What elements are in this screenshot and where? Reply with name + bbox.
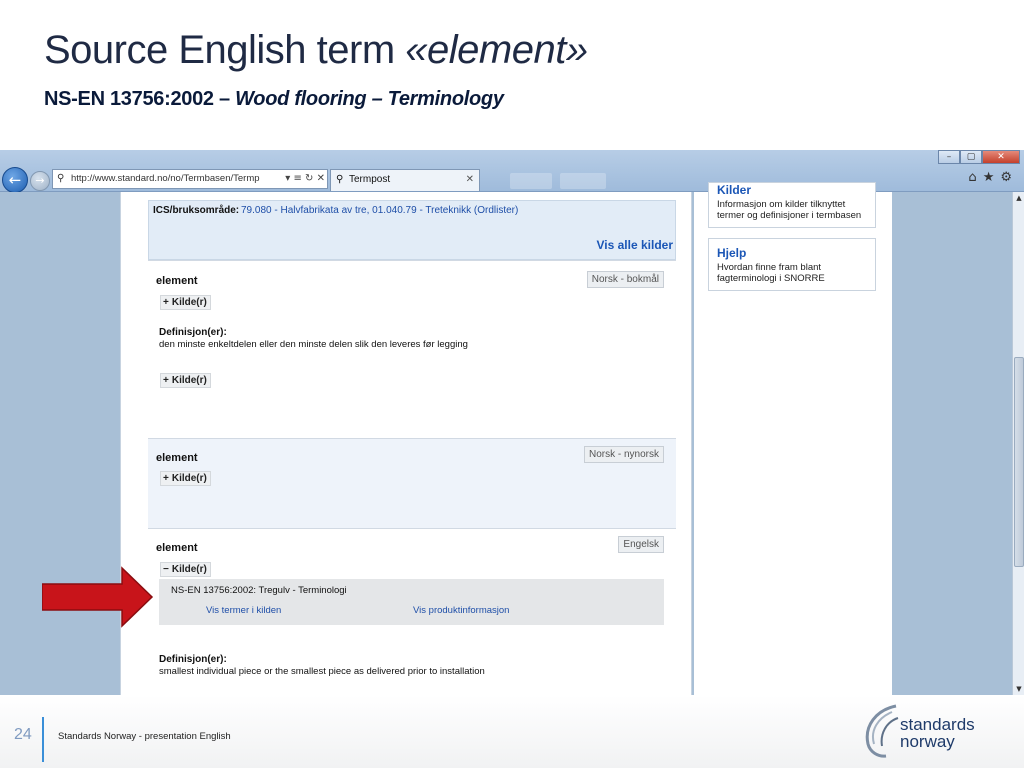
sources-toggle-label: Kilde(r): [171, 375, 207, 386]
window-controls: – ▢ ✕: [938, 150, 1020, 164]
language-badge: Norsk - nynorsk: [583, 446, 664, 463]
help-description: Hvordan finne fram blant fagterminologi …: [717, 262, 825, 284]
logo-swoosh-icon: [865, 704, 899, 758]
red-arrow-icon: [42, 566, 154, 628]
tab-page-icon: ⚲: [336, 174, 344, 185]
plus-icon: +: [163, 375, 169, 386]
term-name: element: [156, 452, 198, 464]
show-product-info-link[interactable]: Vis produktinformasjon: [413, 605, 509, 616]
sources-toggle[interactable]: + Kilde(r): [160, 295, 211, 310]
source-details: NS-EN 13756:2002: Tregulv - Terminologi …: [159, 579, 664, 625]
address-tools[interactable]: ▾ ≡ ↻ ✕: [283, 170, 325, 188]
sources-description: Informasjon om kilder tilknyttet termer …: [717, 199, 862, 221]
term-entry-nynorsk: element Norsk - nynorsk + Kilde(r): [148, 438, 676, 528]
subtitle-text: NS-EN 13756:2002 –: [44, 88, 236, 110]
vertical-scrollbar[interactable]: ▲ ▼: [1012, 192, 1024, 695]
logo-text: standards norway: [900, 716, 975, 750]
term-name: element: [156, 542, 198, 554]
sources-toggle[interactable]: + Kilde(r): [160, 373, 211, 388]
title-text: Source English term: [44, 28, 406, 72]
slide: Source English term «element» NS-EN 1375…: [0, 0, 1024, 768]
term-entry-bokmal: element Norsk - bokmål + Kilde(r) Definis…: [148, 260, 676, 438]
toolbar-icons: ⌂★⚙: [968, 170, 1018, 185]
standards-norway-logo: standards norway: [858, 700, 998, 760]
minus-icon: −: [163, 564, 169, 575]
footer-divider: [42, 717, 44, 762]
scrollbar-thumb[interactable]: [1014, 357, 1024, 567]
plus-icon: +: [163, 297, 169, 308]
home-icon[interactable]: ⌂: [968, 170, 982, 185]
language-badge: Norsk - bokmål: [586, 271, 664, 288]
back-arrow-icon[interactable]: ←: [2, 167, 28, 193]
main-content: ICS/bruksområde: 79.080 - Halvfabrikata …: [120, 192, 692, 695]
minimize-button[interactable]: –: [938, 150, 960, 164]
definition-text: smallest individual piece or the smalles…: [159, 666, 485, 677]
definition-label: Definisjon(er):: [159, 327, 227, 338]
close-window-button[interactable]: ✕: [982, 150, 1020, 164]
footer-text: Standards Norway - presentation English: [58, 731, 231, 742]
logo-line-1: standards: [900, 715, 975, 734]
slide-footer: 24 Standards Norway - presentation Engli…: [0, 695, 1024, 768]
show-terms-link[interactable]: Vis termer i kilden: [206, 605, 281, 616]
blurred-tab: [560, 173, 606, 189]
gear-icon[interactable]: ⚙: [1000, 170, 1018, 185]
page-icon: ⚲: [57, 173, 65, 184]
definition-text: den minste enkeltdelen eller den minste …: [159, 339, 468, 350]
scroll-up-icon[interactable]: ▲: [1013, 192, 1024, 204]
page-number: 24: [14, 726, 32, 743]
sources-info-box: Kilder Informasjon om kilder tilknyttet …: [708, 182, 876, 228]
subtitle-italic: Wood flooring – Terminology: [235, 88, 504, 110]
sources-toggle-label: Kilde(r): [171, 473, 207, 484]
sources-toggle[interactable]: − Kilde(r): [160, 562, 211, 577]
term-name: element: [156, 275, 198, 287]
ics-value-link[interactable]: 79.080 - Halvfabrikata av tre, 01.040.79…: [241, 205, 518, 216]
source-name: NS-EN 13756:2002: Tregulv - Terminologi: [171, 585, 347, 596]
help-heading-link[interactable]: Hjelp: [717, 246, 746, 260]
tab-termpost[interactable]: ⚲ Termpost ✕: [330, 169, 480, 191]
show-all-sources-link[interactable]: Vis alle kilder: [597, 238, 674, 252]
tab-close-icon[interactable]: ✕: [466, 170, 474, 190]
term-entry-english: element Engelsk − Kilde(r) NS-EN 13756:20…: [148, 528, 676, 695]
address-url: http://www.standard.no/no/Termbasen/Term…: [71, 173, 260, 184]
star-icon[interactable]: ★: [983, 170, 1001, 185]
scroll-down-icon[interactable]: ▼: [1013, 683, 1024, 695]
ics-label: ICS/bruksområde:: [153, 205, 240, 216]
logo-line-2: norway: [900, 732, 955, 751]
address-bar[interactable]: ⚲ http://www.standard.no/no/Termbasen/Te…: [52, 169, 328, 189]
forward-arrow-icon[interactable]: →: [30, 171, 50, 191]
sources-toggle-label: Kilde(r): [171, 564, 207, 575]
tab-title: Termpost: [349, 174, 391, 185]
sources-toggle[interactable]: + Kilde(r): [160, 471, 211, 486]
sources-heading-link[interactable]: Kilder: [717, 183, 751, 197]
blurred-tab: [510, 173, 552, 189]
help-box: Hjelp Hvordan finne fram blant fagtermin…: [708, 238, 876, 291]
language-badge: Engelsk: [618, 536, 664, 553]
plus-icon: +: [163, 473, 169, 484]
slide-title: Source English term «element»: [44, 28, 588, 73]
title-term: «element»: [405, 28, 588, 72]
sources-toggle-label: Kilde(r): [171, 297, 207, 308]
ics-panel: ICS/bruksområde: 79.080 - Halvfabrikata …: [148, 200, 676, 260]
maximize-button[interactable]: ▢: [960, 150, 982, 164]
right-sidebar: Kilder Informasjon om kilder tilknyttet …: [694, 182, 892, 695]
slide-subtitle: NS-EN 13756:2002 – Wood flooring – Termi…: [44, 88, 504, 111]
definition-label: Definisjon(er):: [159, 654, 227, 665]
